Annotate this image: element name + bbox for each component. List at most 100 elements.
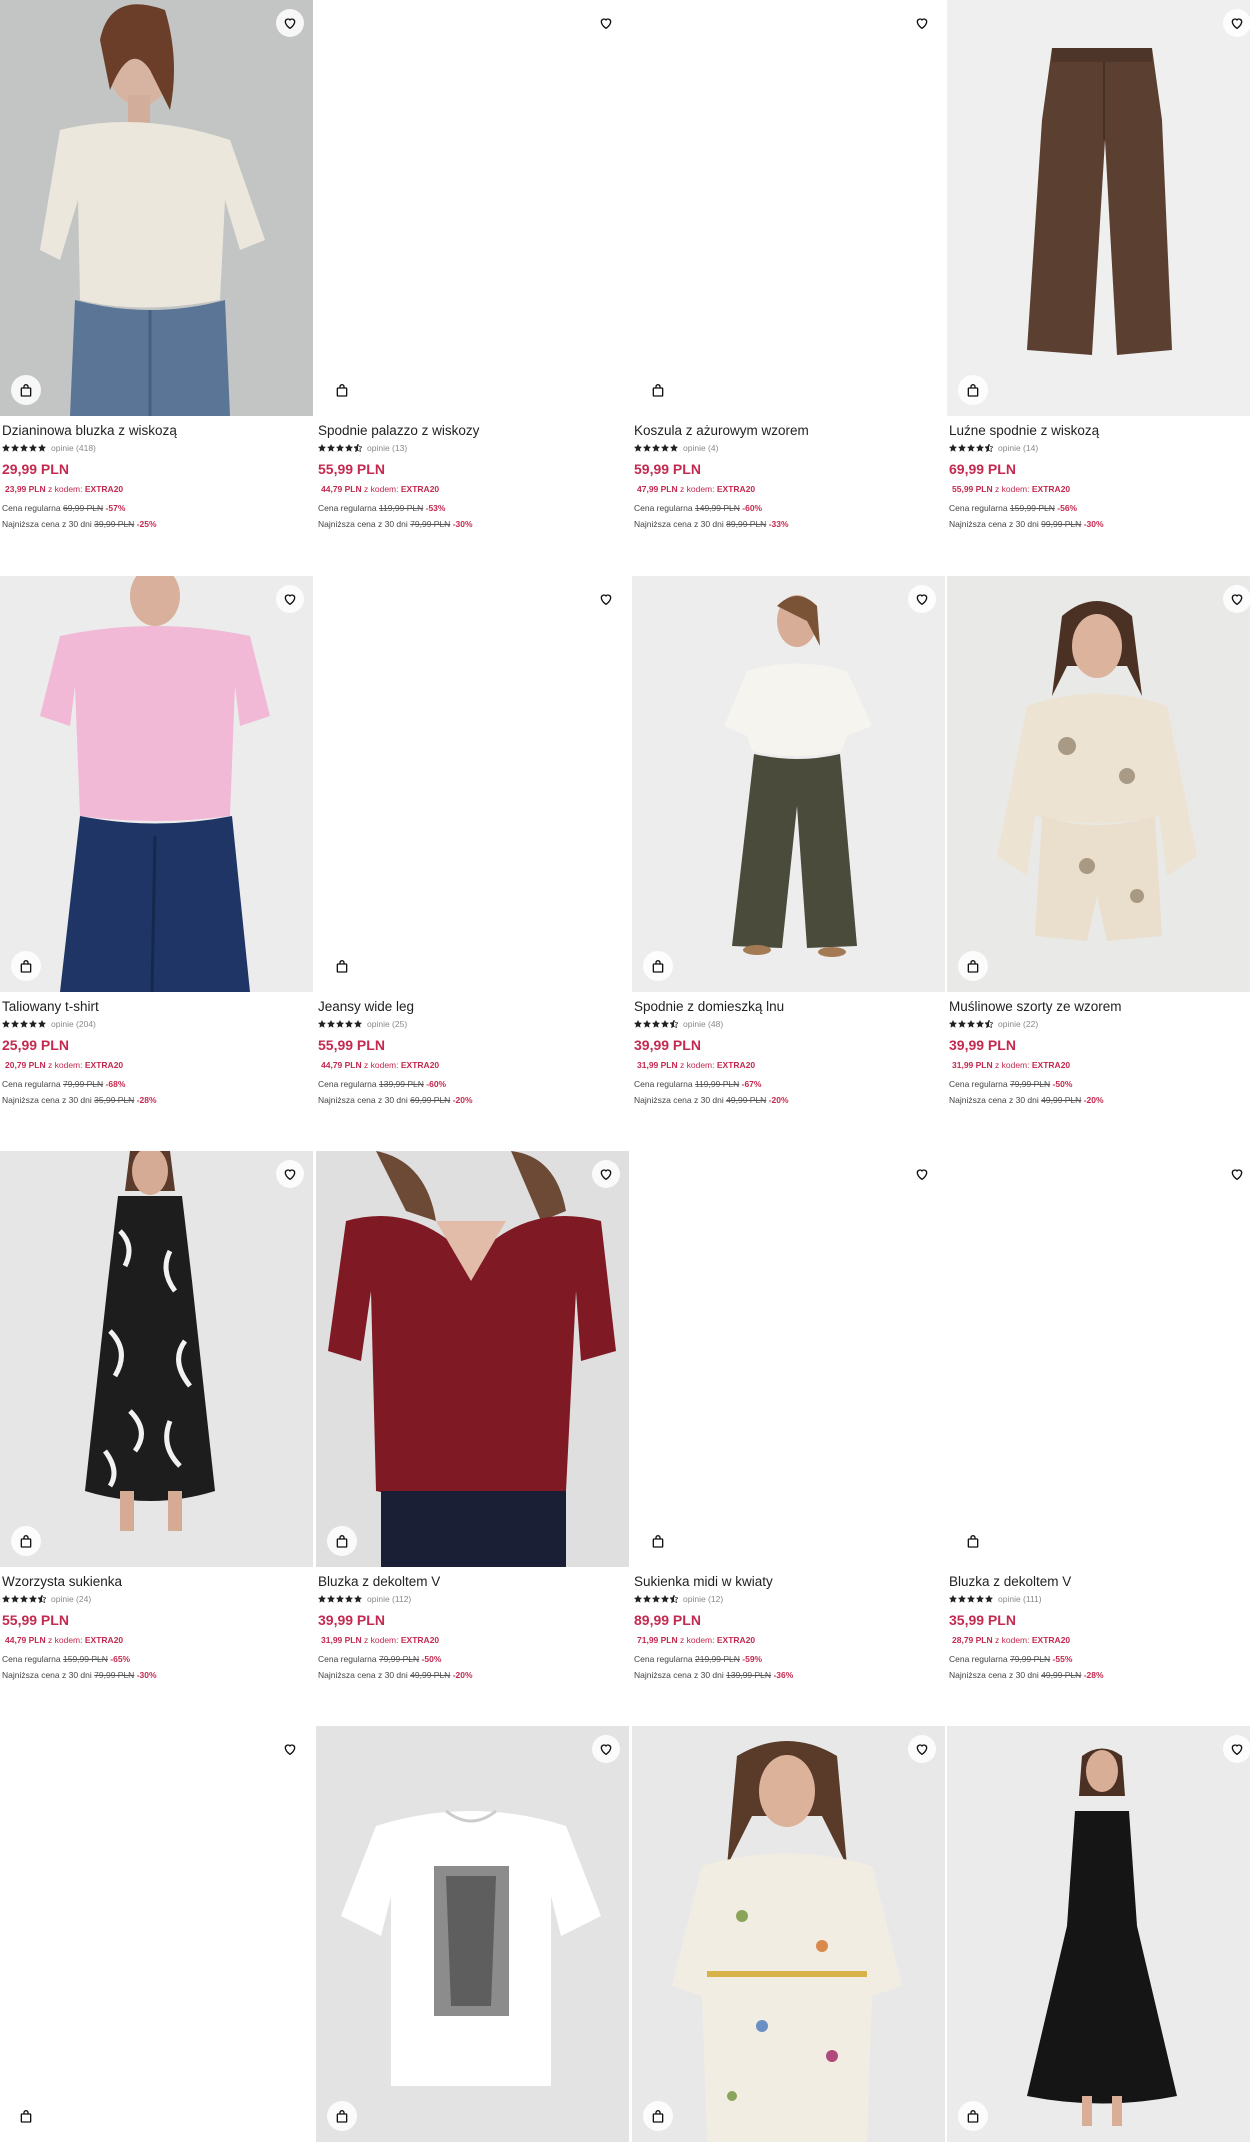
star-icon (2, 1595, 10, 1603)
quick-add-button[interactable] (643, 2101, 673, 2131)
product-image[interactable] (0, 1726, 313, 2142)
star-icon (661, 1020, 669, 1028)
product-card[interactable]: Koszula z ażurowym wzorem opinie (4) 59,… (632, 0, 945, 530)
regular-price-line: Cena regularna 69,99 PLN -57% (2, 502, 311, 514)
product-card[interactable]: Spodnie palazzo z wiskozy opinie (13) 55… (316, 0, 629, 530)
product-image[interactable] (0, 1151, 313, 1567)
product-image[interactable] (632, 1151, 945, 1567)
quick-add-button[interactable] (958, 951, 988, 981)
product-name[interactable]: Luźne spodnie z wiskozą (949, 422, 1250, 440)
product-card[interactable] (947, 1726, 1250, 2142)
star-icon (336, 444, 344, 452)
favorite-button[interactable] (908, 9, 936, 37)
heart-outline-icon (600, 18, 612, 30)
promo-code-label: z kodem: (48, 1635, 83, 1645)
product-name[interactable]: Koszula z ażurowym wzorem (634, 422, 943, 440)
rating-stars (949, 444, 993, 452)
favorite-button[interactable] (908, 1160, 936, 1188)
product-image[interactable] (316, 1151, 629, 1567)
star-icon (327, 1020, 335, 1028)
favorite-button[interactable] (276, 585, 304, 613)
product-rating: opinie (48) (634, 1018, 943, 1030)
product-card[interactable] (632, 1726, 945, 2142)
favorite-button[interactable] (908, 1735, 936, 1763)
favorite-button[interactable] (592, 585, 620, 613)
promo-price-line: 47,99 PLN z kodem: EXTRA20 (634, 483, 943, 495)
product-name[interactable]: Muślinowe szorty ze wzorem (949, 998, 1250, 1016)
product-card[interactable]: Dzianinowa bluzka z wiskozą opinie (418)… (0, 0, 313, 530)
shopping-bag-icon (20, 384, 32, 397)
product-card[interactable]: Jeansy wide leg opinie (25) 55,99 PLN 44… (316, 576, 629, 1106)
favorite-button[interactable] (592, 1160, 620, 1188)
product-image[interactable] (632, 576, 945, 992)
product-price: 39,99 PLN (949, 1037, 1016, 1053)
product-card[interactable]: Spodnie z domieszką lnu opinie (48) 39,9… (632, 576, 945, 1106)
favorite-button[interactable] (592, 9, 620, 37)
product-image[interactable] (947, 1151, 1250, 1567)
product-card[interactable]: Bluzka z dekoltem V opinie (111) 35,99 P… (947, 1151, 1250, 1681)
lowest-price-label: Najniższa cena z 30 dni (318, 519, 408, 529)
lowest-price-line: Najniższa cena z 30 dni 79,99 PLN -30% (2, 1669, 311, 1681)
promo-price-line: 71,99 PLN z kodem: EXTRA20 (634, 1634, 943, 1646)
quick-add-button[interactable] (11, 2101, 41, 2131)
favorite-button[interactable] (276, 1160, 304, 1188)
product-image[interactable] (316, 0, 629, 416)
promo-code: EXTRA20 (1031, 1060, 1071, 1070)
quick-add-button[interactable] (327, 951, 357, 981)
product-name[interactable]: Wzorzysta sukienka (2, 1573, 311, 1591)
product-image[interactable] (632, 1726, 945, 2142)
quick-add-button[interactable] (327, 1526, 357, 1556)
product-name[interactable]: Jeansy wide leg (318, 998, 627, 1016)
product-card[interactable]: Sukienka midi w kwiaty opinie (12) 89,99… (632, 1151, 945, 1681)
quick-add-button[interactable] (327, 2101, 357, 2131)
quick-add-button[interactable] (11, 375, 41, 405)
product-card[interactable]: Muślinowe szorty ze wzorem opinie (22) 3… (947, 576, 1250, 1106)
favorite-button[interactable] (592, 1735, 620, 1763)
product-image[interactable] (947, 576, 1250, 992)
star-icon (661, 1595, 669, 1603)
product-card[interactable]: Taliowany t-shirt opinie (204) 25,99 PLN… (0, 576, 313, 1106)
product-card[interactable] (0, 1726, 313, 2142)
product-name[interactable]: Spodnie palazzo z wiskozy (318, 422, 627, 440)
quick-add-button[interactable] (958, 375, 988, 405)
product-name[interactable]: Dzianinowa bluzka z wiskozą (2, 422, 311, 440)
shopping-bag-icon (336, 384, 348, 397)
quick-add-button[interactable] (643, 1526, 673, 1556)
product-name[interactable]: Sukienka midi w kwiaty (634, 1573, 943, 1591)
review-count: opinie (13) (367, 443, 408, 453)
favorite-button[interactable] (276, 9, 304, 37)
product-image[interactable] (947, 1726, 1250, 2142)
quick-add-button[interactable] (643, 375, 673, 405)
product-name[interactable]: Taliowany t-shirt (2, 998, 311, 1016)
quick-add-button[interactable] (958, 1526, 988, 1556)
quick-add-button[interactable] (327, 375, 357, 405)
product-image[interactable] (316, 576, 629, 992)
favorite-button[interactable] (1223, 9, 1250, 37)
product-card[interactable]: Wzorzysta sukienka opinie (24) 55,99 PLN… (0, 1151, 313, 1681)
favorite-button[interactable] (1223, 1160, 1250, 1188)
quick-add-button[interactable] (11, 951, 41, 981)
rating-stars (634, 1595, 678, 1603)
product-card[interactable]: Bluzka z dekoltem V opinie (112) 39,99 P… (316, 1151, 629, 1681)
product-image[interactable] (0, 576, 313, 992)
favorite-button[interactable] (276, 1735, 304, 1763)
product-name[interactable]: Bluzka z dekoltem V (318, 1573, 627, 1591)
favorite-button[interactable] (908, 585, 936, 613)
product-name[interactable]: Bluzka z dekoltem V (949, 1573, 1250, 1591)
quick-add-button[interactable] (643, 951, 673, 981)
product-card[interactable] (316, 1726, 629, 2142)
quick-add-button[interactable] (11, 1526, 41, 1556)
product-image[interactable] (947, 0, 1250, 416)
product-name[interactable]: Spodnie z domieszką lnu (634, 998, 943, 1016)
favorite-button[interactable] (1223, 1735, 1250, 1763)
product-photo (316, 0, 629, 416)
product-image[interactable] (632, 0, 945, 416)
product-image[interactable] (316, 1726, 629, 2142)
product-image[interactable] (0, 0, 313, 416)
lowest-price: 89,99 PLN (726, 519, 767, 529)
heart-outline-icon (916, 1744, 928, 1756)
quick-add-button[interactable] (958, 2101, 988, 2131)
favorite-button[interactable] (1223, 585, 1250, 613)
star-icon (29, 1595, 37, 1603)
product-card[interactable]: Luźne spodnie z wiskozą opinie (14) 69,9… (947, 0, 1250, 530)
